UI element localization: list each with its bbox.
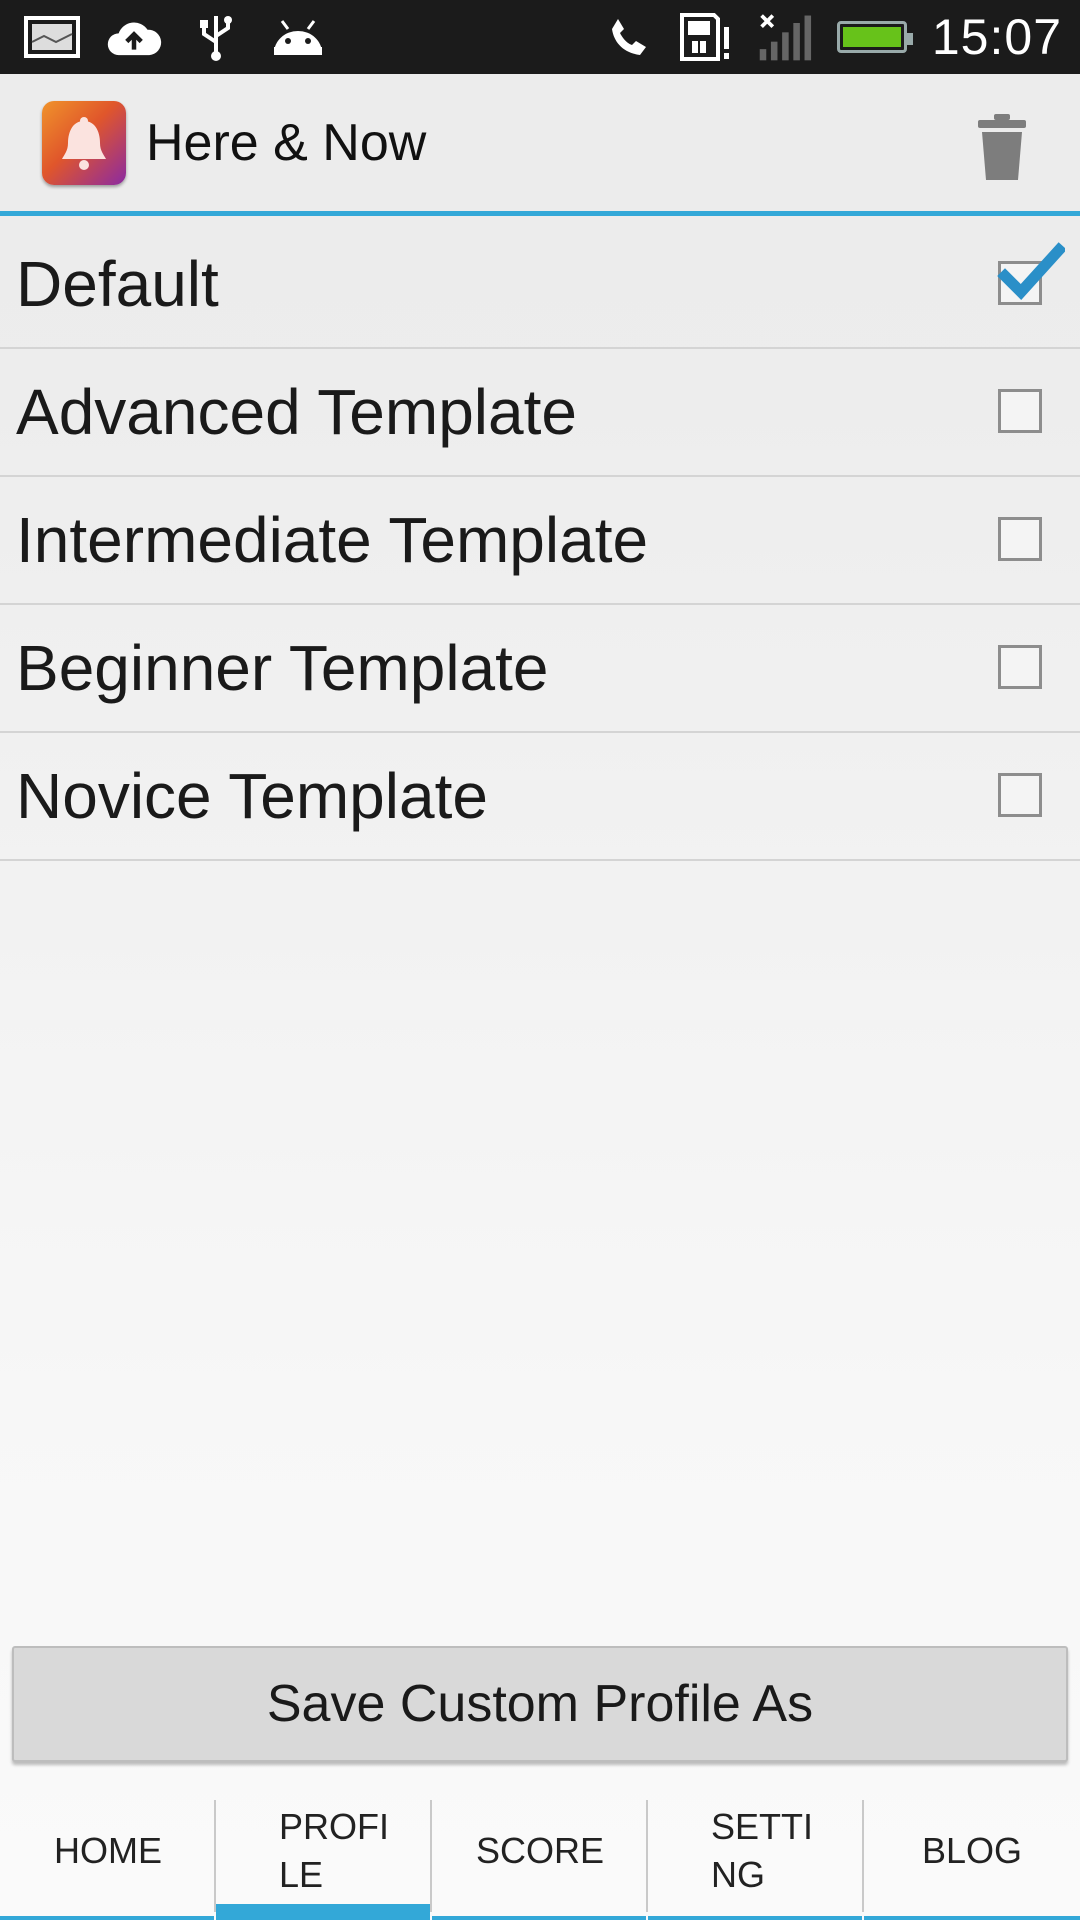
checkbox-beginner-template[interactable]	[998, 645, 1042, 689]
no-signal-icon	[756, 13, 812, 61]
tab-label: BLOG	[921, 1830, 1023, 1871]
tab-bar: HOME PROFI LE SCORE SETTI NG BLOG	[0, 1782, 1080, 1920]
tab-blog[interactable]: BLOG	[864, 1782, 1080, 1920]
tab-setting[interactable]: SETTI NG	[648, 1782, 864, 1920]
tab-label-line2: LE	[279, 1854, 324, 1895]
tab-home[interactable]: HOME	[0, 1782, 216, 1920]
checkbox-default[interactable]	[997, 242, 1065, 305]
list-item-label: Novice Template	[16, 760, 488, 832]
tab-label: SCORE	[475, 1830, 605, 1871]
tab-label-line1: SETTI	[711, 1806, 814, 1847]
tab-label: PROFI LE	[279, 1803, 389, 1899]
list-item-label: Default	[16, 248, 219, 320]
list-item-novice-template[interactable]: Novice Template	[0, 733, 1080, 861]
cloud-upload-icon	[106, 13, 162, 61]
app-title: Here & Now	[146, 113, 427, 172]
list-item-beginner-template[interactable]: Beginner Template	[0, 605, 1080, 733]
save-custom-profile-button[interactable]: Save Custom Profile As	[12, 1646, 1068, 1762]
tab-profile[interactable]: PROFI LE	[216, 1782, 432, 1920]
tab-indicator	[432, 1916, 646, 1920]
clock: 15:07	[931, 9, 1062, 65]
list-item-default[interactable]: Default	[0, 221, 1080, 349]
tab-label: HOME	[54, 1830, 162, 1871]
battery-level	[842, 27, 901, 47]
tab-score[interactable]: SCORE	[432, 1782, 648, 1920]
list-item-label: Beginner Template	[16, 632, 549, 704]
checkbox-advanced-template[interactable]	[998, 389, 1042, 433]
profile-list: Default Advanced Template Intermediate T…	[0, 221, 1080, 861]
list-item-label: Advanced Template	[16, 376, 577, 448]
status-bar: 15:07	[0, 0, 1080, 74]
phone-call-icon	[600, 13, 656, 61]
checkmark-icon	[997, 242, 1065, 300]
tab-label-line2: NG	[711, 1854, 765, 1895]
checkbox-intermediate-template[interactable]	[998, 517, 1042, 561]
sd-card-warning-icon	[678, 13, 734, 61]
action-bar: Here & Now	[0, 74, 1080, 216]
tab-indicator-active	[216, 1904, 430, 1920]
bell-app-icon[interactable]	[42, 100, 126, 185]
tab-indicator	[864, 1916, 1080, 1920]
tab-label: SETTI NG	[711, 1803, 813, 1899]
android-debug-icon	[270, 13, 326, 61]
list-item-intermediate-template[interactable]: Intermediate Template	[0, 477, 1080, 605]
checkbox-novice-template[interactable]	[998, 773, 1042, 817]
battery-icon	[834, 13, 913, 61]
gallery-notification-icon	[24, 13, 80, 61]
list-item-advanced-template[interactable]: Advanced Template	[0, 349, 1080, 477]
tab-indicator	[648, 1916, 862, 1920]
tab-indicator	[0, 1916, 214, 1920]
tab-label-line1: PROFI	[279, 1806, 390, 1847]
list-item-label: Intermediate Template	[16, 504, 649, 576]
trash-icon[interactable]	[974, 112, 1030, 182]
usb-icon	[188, 13, 244, 61]
